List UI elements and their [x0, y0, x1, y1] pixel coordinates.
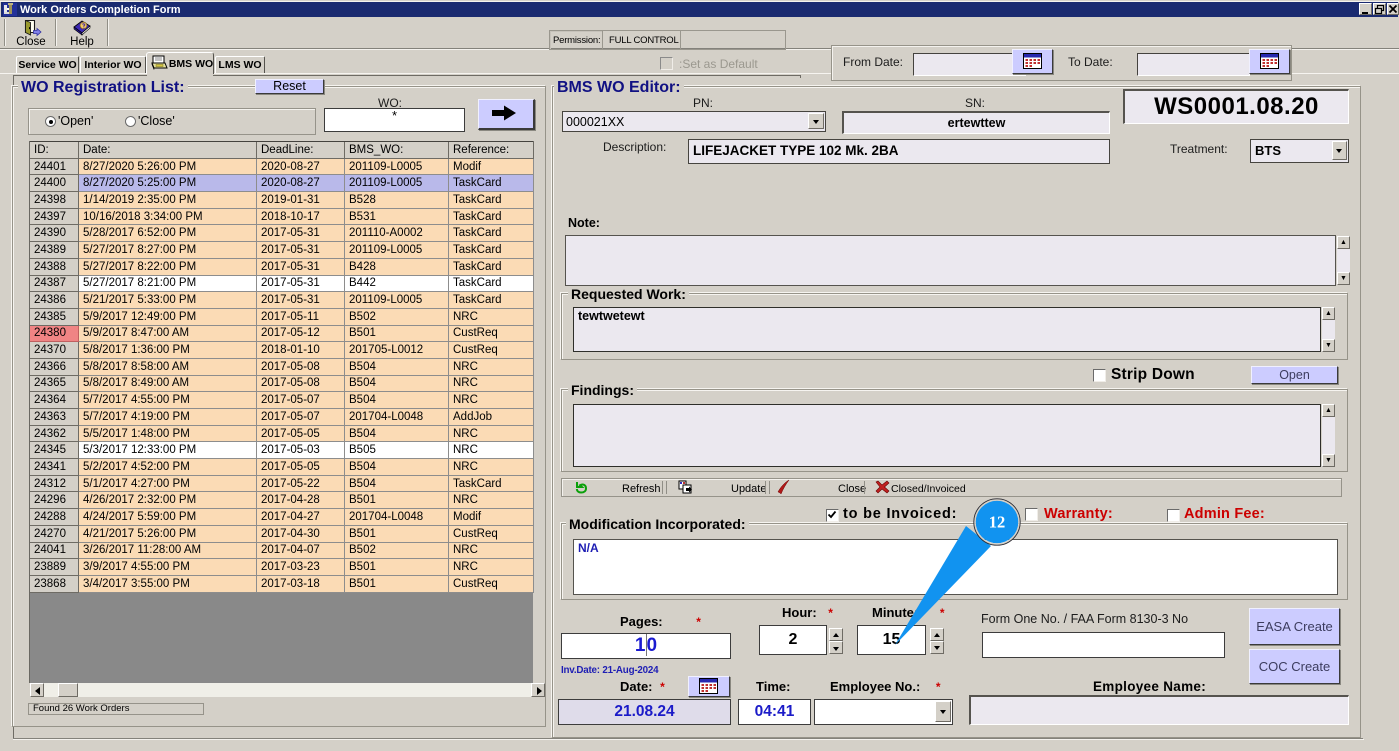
svg-text:12: 12 [989, 513, 1006, 532]
